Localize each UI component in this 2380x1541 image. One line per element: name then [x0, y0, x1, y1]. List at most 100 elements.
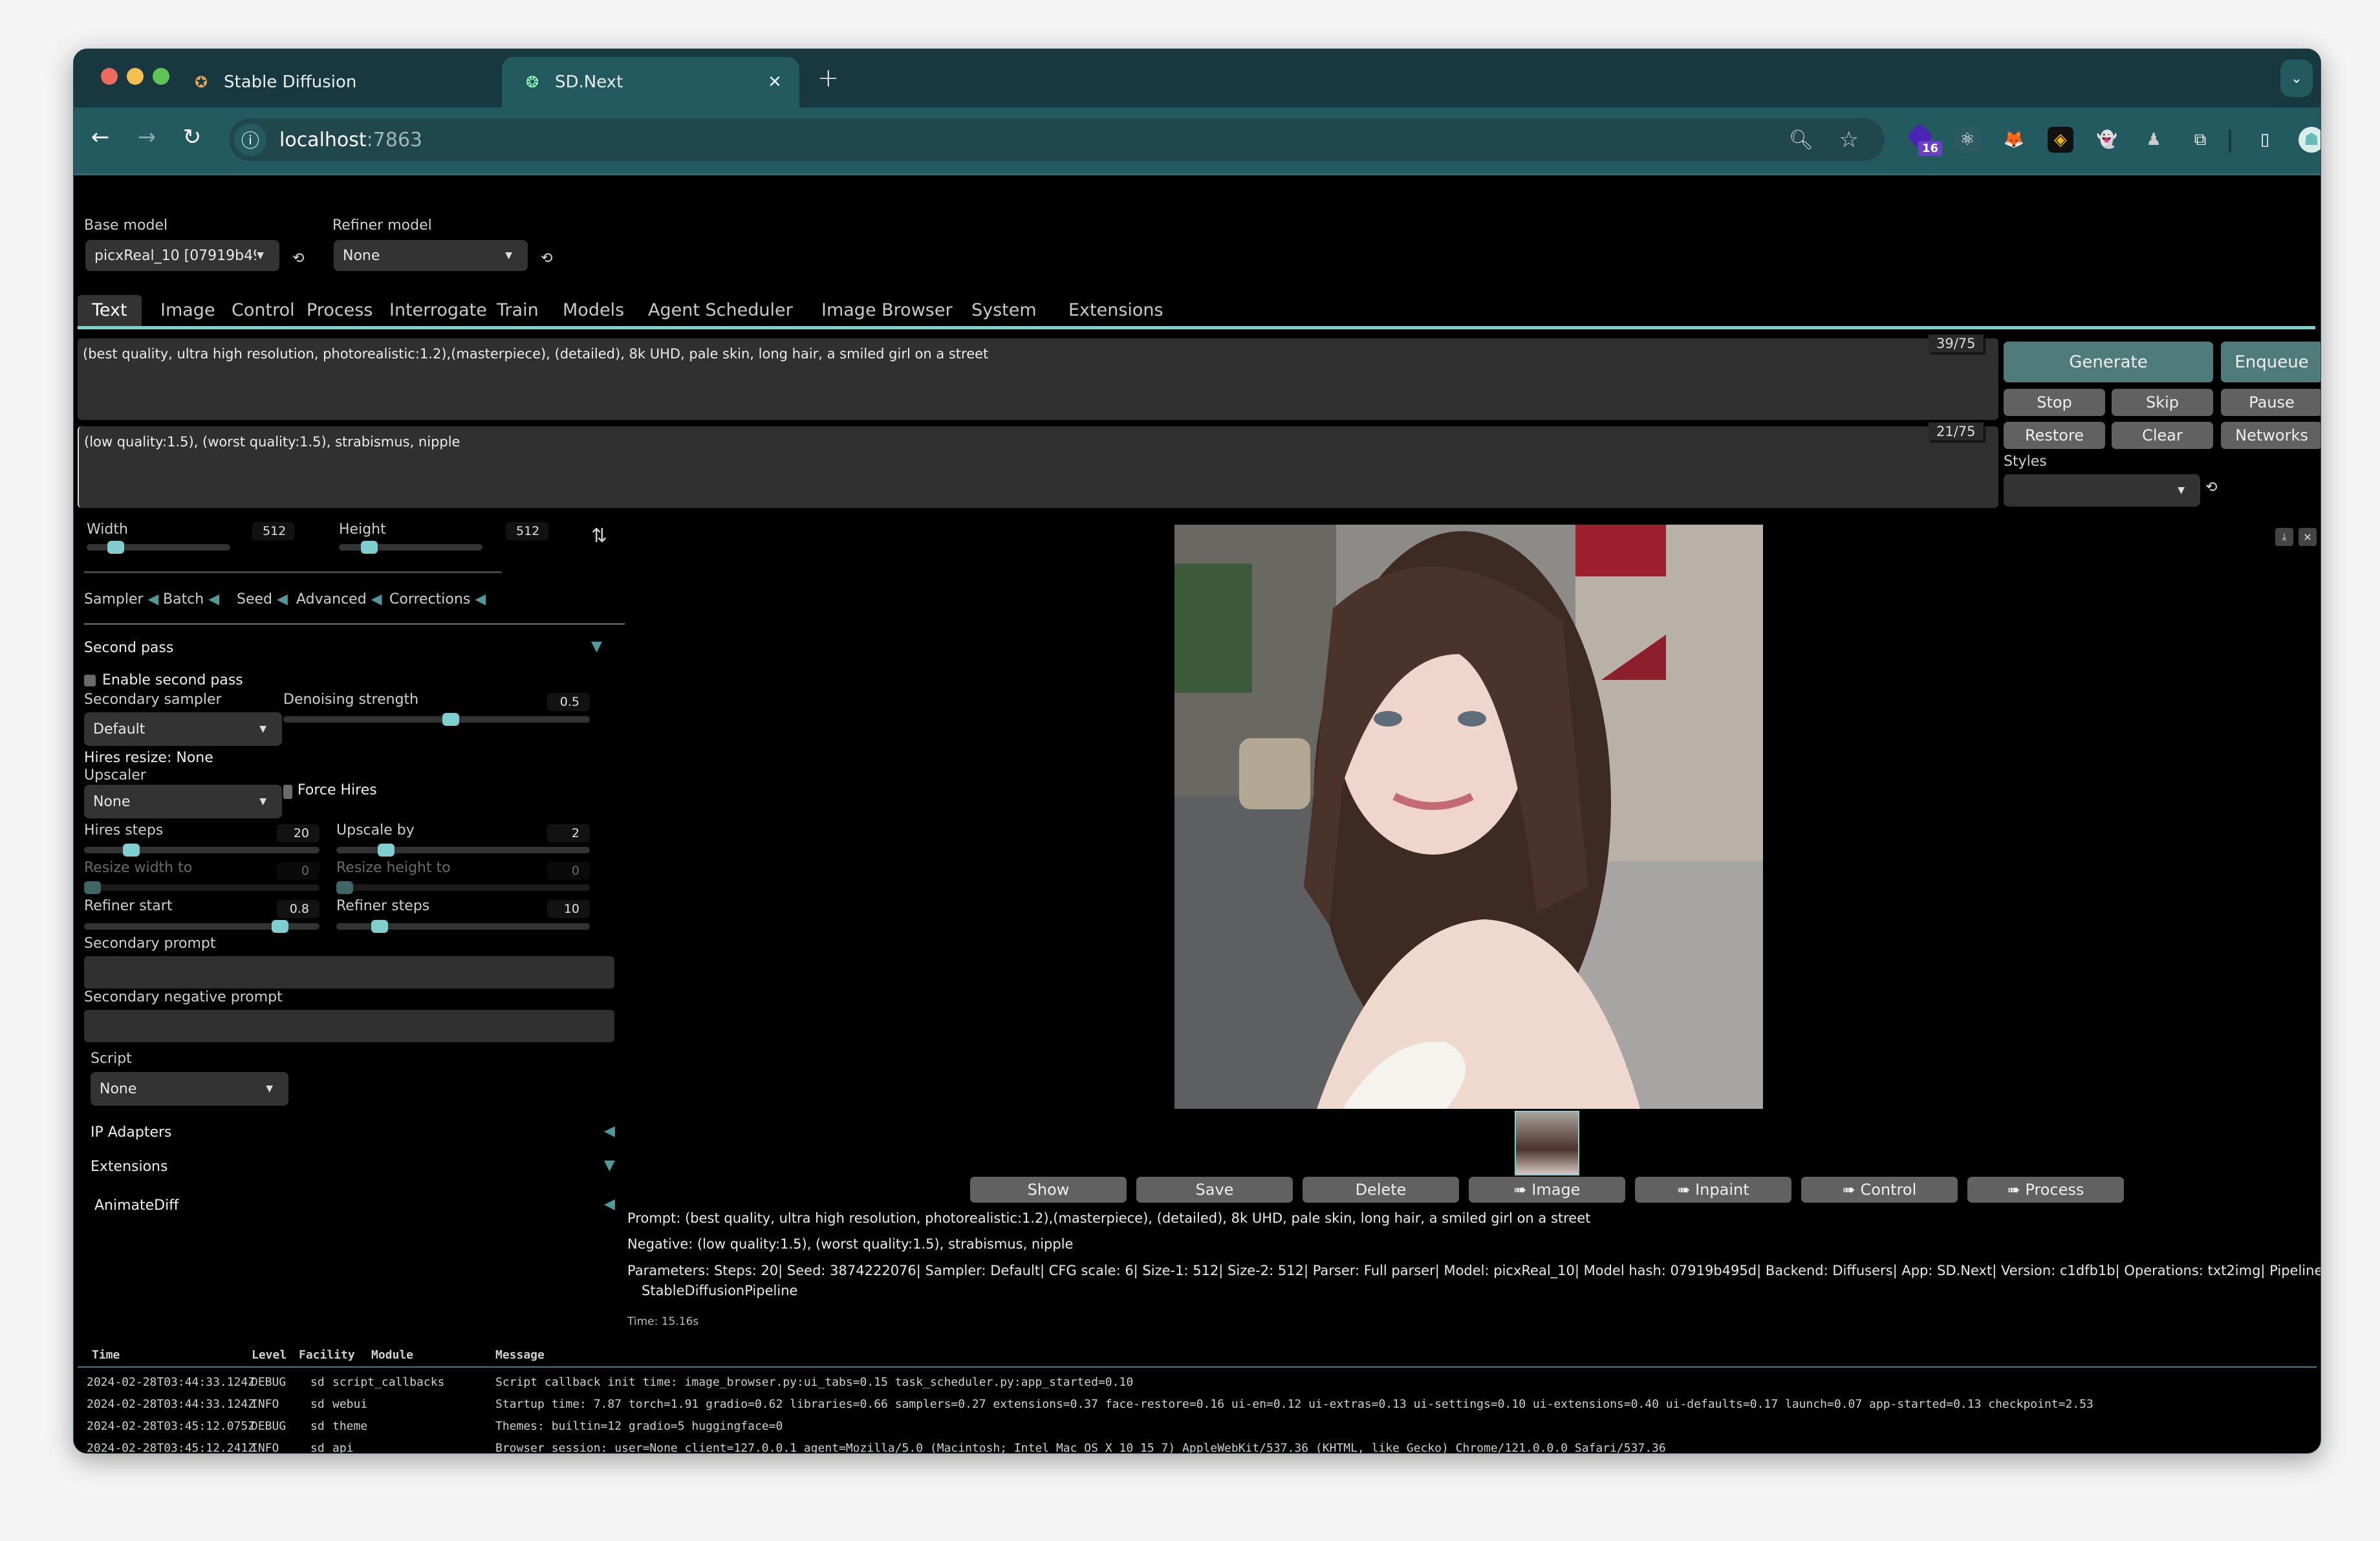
- react-devtools-icon[interactable]: ⚛: [1954, 127, 1980, 153]
- close-icon[interactable]: ✕: [2299, 528, 2317, 546]
- width-input[interactable]: 512: [252, 522, 295, 540]
- expand-arrow-icon[interactable]: ▼: [604, 1157, 615, 1174]
- back-arrow-icon[interactable]: ←: [84, 124, 116, 150]
- phantom-ghost-icon[interactable]: 👻: [2094, 127, 2120, 153]
- extensions-puzzle-icon[interactable]: ⧉: [2187, 127, 2213, 153]
- upscaler-dropdown[interactable]: None ▼: [84, 785, 282, 818]
- tab-text[interactable]: Text: [78, 295, 142, 326]
- show-button[interactable]: Show: [970, 1177, 1127, 1203]
- resize-width-handle[interactable]: [84, 881, 101, 894]
- secondary-negative-prompt-textarea[interactable]: [84, 1010, 614, 1042]
- metamask-fox-icon[interactable]: 🦊: [2001, 127, 2027, 153]
- skip-button[interactable]: Skip: [2112, 389, 2213, 416]
- collapse-arrow-icon[interactable]: ◀: [604, 1196, 615, 1212]
- networks-button[interactable]: Networks: [2221, 422, 2320, 449]
- robot-extension-icon[interactable]: ♟: [2141, 127, 2167, 153]
- second-pass-title[interactable]: Second pass: [84, 640, 173, 656]
- send-to-control-button[interactable]: ➠ Control: [1801, 1177, 1958, 1203]
- address-bar[interactable]: ⓘ localhost:7863 🔍︎ ☆: [229, 118, 1885, 161]
- side-panel-icon[interactable]: ▯: [2252, 127, 2278, 153]
- force-hires-checkbox[interactable]: [283, 785, 292, 799]
- denoising-strength-input[interactable]: 0.5: [547, 693, 590, 711]
- refiner-start-handle[interactable]: [272, 920, 288, 933]
- maximize-window-button[interactable]: [153, 68, 169, 85]
- send-to-process-button[interactable]: ➠ Process: [1967, 1177, 2124, 1203]
- send-to-image-button[interactable]: ➠ Image: [1469, 1177, 1625, 1203]
- resize-height-input[interactable]: 0: [547, 862, 590, 880]
- stop-button[interactable]: Stop: [2004, 389, 2105, 416]
- tab-image-browser[interactable]: Image Browser: [807, 295, 967, 326]
- tab-system[interactable]: System: [957, 295, 1051, 326]
- denoising-strength-handle[interactable]: [442, 713, 459, 726]
- gallery-thumbnail[interactable]: [1515, 1111, 1579, 1175]
- close-tab-icon[interactable]: ✕: [762, 72, 788, 92]
- tab-models[interactable]: Models: [548, 295, 638, 326]
- resize-height-slider[interactable]: [336, 884, 590, 891]
- zoom-icon[interactable]: 🔍︎: [1789, 129, 1813, 151]
- new-tab-button[interactable]: +: [817, 63, 839, 93]
- refiner-steps-input[interactable]: 10: [547, 900, 590, 918]
- ip-adapters-accordion[interactable]: IP Adapters: [91, 1124, 172, 1141]
- width-slider-handle[interactable]: [107, 541, 124, 554]
- refresh-base-model-icon[interactable]: ⟲: [292, 250, 304, 267]
- resize-width-input[interactable]: 0: [277, 862, 319, 880]
- height-input[interactable]: 512: [506, 522, 548, 540]
- pause-button[interactable]: Pause: [2221, 389, 2320, 416]
- browser-tab-sdnext[interactable]: ❂ SD.Next ✕: [502, 57, 799, 107]
- generate-button[interactable]: Generate: [2004, 342, 2213, 382]
- refiner-start-input[interactable]: 0.8: [277, 900, 319, 918]
- download-icon[interactable]: ⤓: [2275, 528, 2293, 546]
- refresh-styles-icon[interactable]: ⟲: [2205, 479, 2217, 496]
- accordion-batch[interactable]: Batch ◀: [163, 591, 219, 607]
- upscale-by-handle[interactable]: [378, 844, 395, 857]
- script-dropdown[interactable]: None ▼: [91, 1072, 288, 1106]
- styles-dropdown[interactable]: ▼: [2004, 474, 2200, 507]
- tab-train[interactable]: Train: [482, 295, 553, 326]
- secondary-sampler-dropdown[interactable]: Default ▼: [84, 712, 282, 746]
- hires-steps-slider[interactable]: [84, 847, 319, 853]
- generated-image[interactable]: [1174, 525, 1763, 1109]
- bookmark-star-icon[interactable]: ☆: [1839, 127, 1859, 153]
- upscale-by-input[interactable]: 2: [547, 824, 590, 842]
- accordion-sampler[interactable]: Sampler ◀: [84, 591, 158, 607]
- forward-arrow-icon[interactable]: →: [131, 124, 163, 150]
- site-info-icon[interactable]: ⓘ: [234, 124, 266, 156]
- reload-icon[interactable]: ↻: [176, 124, 208, 150]
- tab-process[interactable]: Process: [292, 295, 387, 326]
- minimize-window-button[interactable]: [127, 68, 144, 85]
- accordion-seed[interactable]: Seed ◀: [237, 591, 288, 607]
- delete-button[interactable]: Delete: [1303, 1177, 1459, 1203]
- restore-button[interactable]: Restore: [2004, 422, 2105, 449]
- denoising-strength-slider[interactable]: [283, 716, 590, 723]
- resize-width-slider[interactable]: [84, 884, 319, 891]
- send-to-inpaint-button[interactable]: ➠ Inpaint: [1635, 1177, 1791, 1203]
- swap-dimensions-icon[interactable]: ⇅: [591, 525, 607, 547]
- binance-wallet-icon[interactable]: ◈: [2048, 127, 2073, 153]
- profile-avatar[interactable]: ☗: [2299, 127, 2320, 153]
- secondary-prompt-textarea[interactable]: [84, 956, 614, 989]
- refiner-model-dropdown[interactable]: None ▼: [334, 240, 528, 271]
- accordion-advanced[interactable]: Advanced ◀: [296, 591, 382, 607]
- expand-arrow-icon[interactable]: ▼: [591, 639, 602, 655]
- tab-extensions[interactable]: Extensions: [1054, 295, 1178, 326]
- save-button[interactable]: Save: [1136, 1177, 1293, 1203]
- close-window-button[interactable]: [101, 68, 118, 85]
- upscale-by-slider[interactable]: [336, 847, 590, 853]
- height-slider-handle[interactable]: [361, 541, 378, 554]
- base-model-dropdown[interactable]: picxReal_10 [07919b495d] ▼: [85, 240, 279, 271]
- resize-height-handle[interactable]: [336, 881, 353, 894]
- animatediff-accordion[interactable]: AnimateDiff: [94, 1197, 178, 1214]
- collapse-arrow-icon[interactable]: ◀: [604, 1123, 615, 1139]
- tab-search-chevron-icon[interactable]: ⌄: [2280, 60, 2313, 97]
- clear-button[interactable]: Clear: [2112, 422, 2213, 449]
- negative-prompt-textarea[interactable]: (low quality:1.5), (worst quality:1.5), …: [78, 426, 1998, 508]
- hires-steps-input[interactable]: 20: [277, 824, 319, 842]
- tab-agent-scheduler[interactable]: Agent Scheduler: [634, 295, 807, 326]
- refiner-steps-handle[interactable]: [371, 920, 388, 933]
- prompt-textarea[interactable]: (best quality, ultra high resolution, ph…: [78, 338, 1998, 420]
- enqueue-button[interactable]: Enqueue: [2221, 342, 2320, 382]
- refresh-refiner-model-icon[interactable]: ⟲: [541, 250, 552, 267]
- accordion-corrections[interactable]: Corrections ◀: [389, 591, 486, 607]
- extensions-accordion[interactable]: Extensions: [91, 1159, 168, 1175]
- hires-steps-handle[interactable]: [123, 844, 140, 857]
